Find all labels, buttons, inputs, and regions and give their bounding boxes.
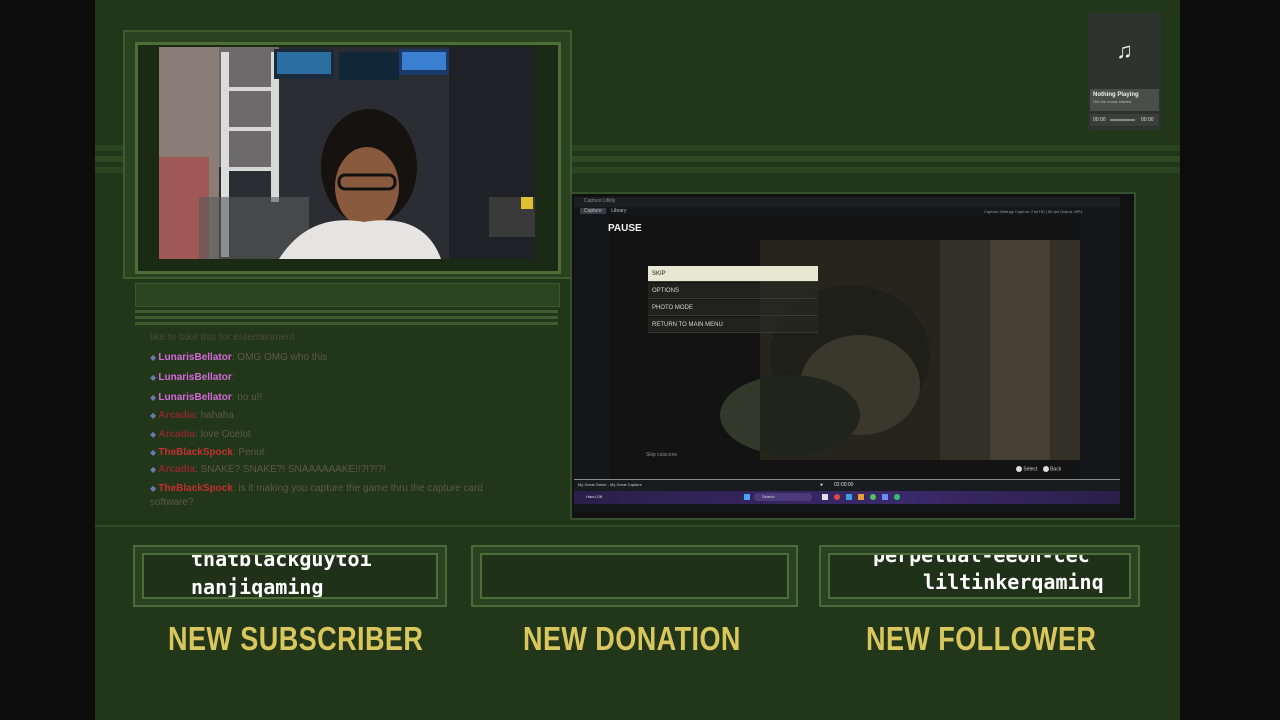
chat-username[interactable]: Arcadia: [158, 429, 195, 440]
divider: [95, 525, 1180, 527]
taskbar-app-icon[interactable]: [822, 494, 828, 500]
chat-username[interactable]: LunarisBellator: [158, 372, 231, 383]
chat-message: ◆ Arcadia: love Ocelot: [150, 429, 251, 440]
chat-message: ◆ LunarisBellator: no u!!: [150, 392, 262, 403]
music-note-icon: ♫: [1116, 38, 1133, 63]
window-title: Capture Utility: [584, 198, 616, 204]
stream-overlay: like to take this for entertainment ◆ Lu…: [95, 0, 1180, 720]
skip-hint: Skip cutscene: [646, 452, 678, 458]
app-tabs: Capture Library: [580, 208, 630, 214]
window-titlebar: Capture Utility: [574, 197, 1120, 207]
tab-library[interactable]: Library: [607, 208, 630, 214]
taskbar-search[interactable]: Search: [754, 493, 812, 501]
webcam-feed: [159, 47, 535, 259]
donation-alert-box: [471, 545, 798, 607]
playback-bar: My Great Game - My Great Capture ● 02:00…: [574, 479, 1120, 491]
timecode: 02:00:00: [834, 482, 854, 488]
game-capture-window: Capture Utility Capture Library Capture …: [574, 197, 1120, 512]
taskbar-app-icon[interactable]: [858, 494, 864, 500]
select-hint: Select: [1023, 466, 1038, 473]
pause-title: PAUSE: [608, 223, 642, 234]
chat-text: OMG OMG who this: [237, 352, 328, 363]
menu-item-skip[interactable]: SKIP: [648, 266, 818, 282]
tab-capture[interactable]: Capture: [580, 208, 606, 214]
chat-username[interactable]: TheBlackSpock: [158, 447, 232, 458]
chat-text: no u!!: [237, 392, 263, 403]
streamer-scene: [159, 47, 535, 259]
chat-message: ◆ Arcadia: SNAKE? SNAKE?! SNAAAAAAKE!!?!…: [150, 464, 386, 475]
deco-line: [135, 316, 558, 319]
subscriber-ticker: thatblackguytoi nanjiqaming: [142, 553, 438, 599]
record-icon[interactable]: ●: [820, 482, 823, 488]
ticker-name: nanjiqaming: [191, 575, 324, 599]
chat-message: ◆ LunarisBellator: OMG OMG who this: [150, 352, 327, 363]
game-scene: [610, 215, 1080, 479]
ticker-name: perpetual-eeon-cec: [873, 553, 1090, 567]
chat-message: ◆ Arcadia: hahaha: [150, 410, 234, 421]
music-widget: ♫ Nothing Playing Get the music started …: [1088, 13, 1161, 130]
track-subtitle: Get the music started: [1093, 99, 1132, 104]
back-hint: Back: [1050, 466, 1062, 473]
chat-username[interactable]: LunarisBellator: [158, 392, 231, 403]
menu-item-options[interactable]: OPTIONS: [648, 283, 818, 299]
now-playing-card: Nothing Playing Get the music started: [1090, 89, 1159, 111]
chat-username[interactable]: LunarisBellator: [158, 352, 231, 363]
chat-log: like to take this for entertainment ◆ Lu…: [150, 330, 560, 515]
follower-alert-box: perpetual-eeon-cec liltinkerqaminq: [819, 545, 1140, 607]
time-end: 00:00: [1141, 117, 1154, 123]
chat-wrap-line: software?: [150, 497, 194, 508]
new-donation-label: NEW DONATION: [523, 620, 741, 657]
taskbar-app-icon[interactable]: [834, 494, 840, 500]
chat-username[interactable]: TheBlackSpock: [158, 483, 232, 494]
donation-ticker: [480, 553, 789, 599]
time-start: 00:00: [1093, 117, 1106, 123]
new-follower-label: NEW FOLLOWER: [866, 620, 1097, 657]
follower-ticker: perpetual-eeon-cec liltinkerqaminq: [828, 553, 1131, 599]
clip-name: My Great Game - My Great Capture: [578, 482, 642, 487]
taskbar-app-icon[interactable]: [846, 494, 852, 500]
track-title: Nothing Playing: [1093, 92, 1139, 98]
game-viewport: PAUSE Skip cutscene Select Back: [608, 215, 1080, 479]
chat-text: is it making you capture the game thru t…: [238, 483, 483, 494]
ticker-name: liltinkerqaminq: [923, 570, 1104, 594]
chat-partial-line: like to take this for entertainment: [150, 332, 295, 343]
progress-track: [1110, 119, 1135, 121]
chat-text: hahaha: [200, 410, 234, 421]
chat-message: ◆ TheBlackSpock: Penut: [150, 447, 265, 458]
chat-text: SNAKE? SNAKE?! SNAAAAAAKE!!?!?!?!: [200, 464, 386, 475]
capture-settings-readout[interactable]: Capture Settings Capture: Full HD | 60 f…: [984, 209, 1082, 214]
taskbar-app-icon[interactable]: [882, 494, 888, 500]
start-icon[interactable]: [744, 494, 750, 500]
os-taskbar: Hand-Off Search: [574, 491, 1120, 504]
deco-line: [135, 322, 558, 325]
seek-bar[interactable]: [574, 479, 1120, 480]
chat-text: love Ocelot: [200, 429, 251, 440]
taskbar-widget[interactable]: Hand-Off: [586, 494, 602, 499]
chat-message: ◆ TheBlackSpock: is it making you captur…: [150, 483, 483, 494]
taskbar-app-icon[interactable]: [870, 494, 876, 500]
b-button-icon: [1042, 466, 1049, 472]
chat-text: Penut: [238, 447, 265, 458]
ticker-name: thatblackguytoi: [191, 553, 372, 571]
subscriber-alert-box: thatblackguytoi nanjiqaming: [133, 545, 447, 607]
chat-username[interactable]: Arcadia: [158, 464, 195, 475]
chat-separator: :: [231, 372, 235, 383]
new-subscriber-label: NEW SUBSCRIBER: [168, 620, 424, 657]
menu-item-return-main[interactable]: RETURN TO MAIN MENU: [648, 317, 818, 333]
chat-message: ◆ LunarisBellator:: [150, 372, 235, 383]
controller-hints: Select Back: [1016, 466, 1061, 472]
taskbar-app-icon[interactable]: [894, 494, 900, 500]
deco-line: [135, 310, 558, 313]
chat-username[interactable]: Arcadia: [158, 410, 195, 421]
a-button-icon: [1016, 466, 1022, 472]
music-progress: 00:00 00:00: [1090, 114, 1159, 126]
chat-header: [135, 283, 560, 307]
menu-item-photo-mode[interactable]: PHOTO MODE: [648, 300, 818, 316]
